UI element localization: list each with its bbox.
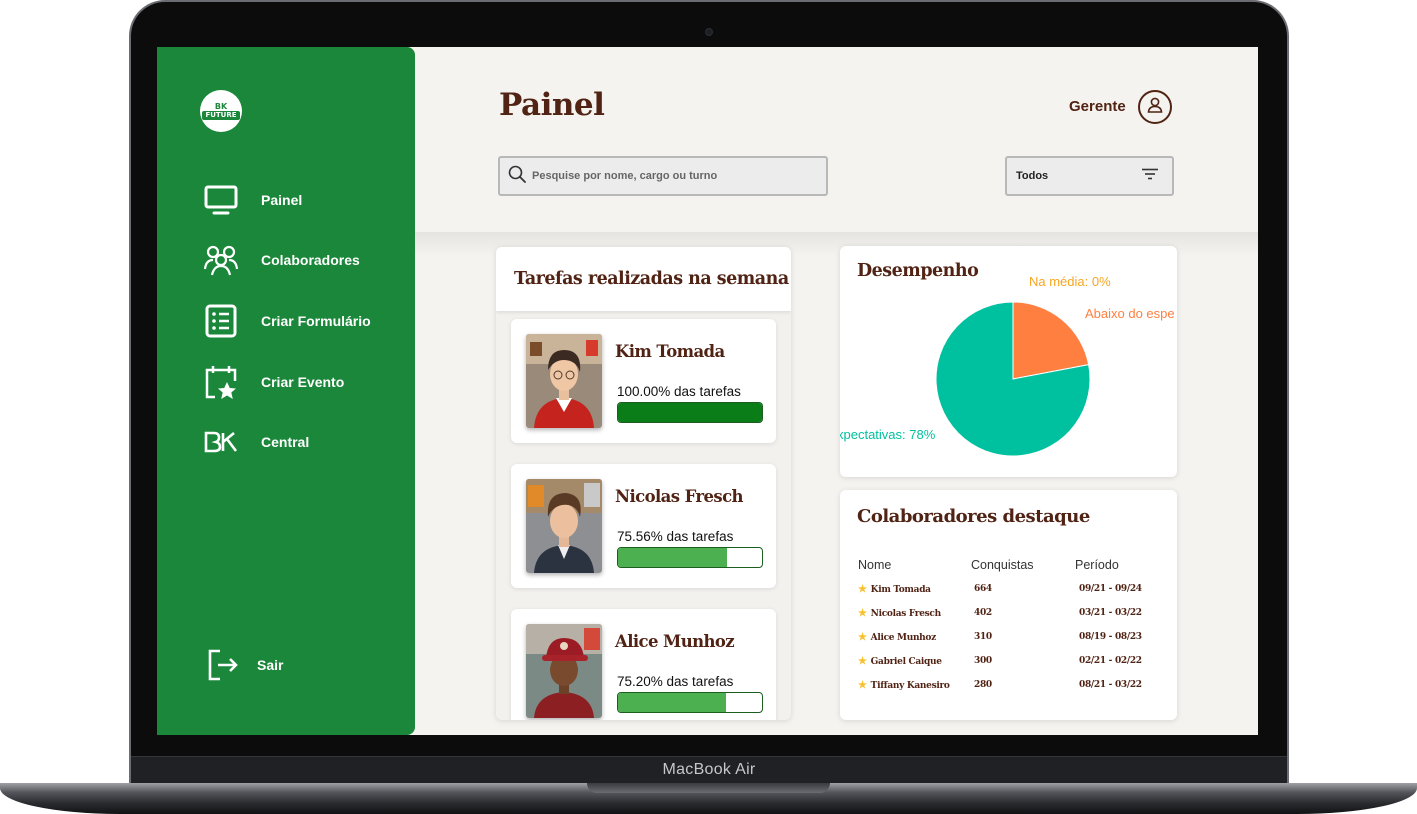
star-icon: ★ [858,583,867,595]
employee-name: Nicolas Fresch [870,608,941,619]
weekly-tasks-panel[interactable]: Tarefas realizadas na semana Kim Tomada … [496,247,791,720]
sidebar-item-criar-formulario[interactable]: Criar Formulário [203,303,371,339]
table-row[interactable]: ★ Kim Tomada 664 09/21 - 09/24 [858,577,1175,601]
employee-photo [526,479,602,573]
user-avatar-button[interactable] [1138,90,1172,124]
sidebar-item-label: Painel [261,192,303,208]
sidebar-item-label: Colaboradores [261,252,360,268]
filter-select[interactable]: Todos [1005,156,1174,196]
top-header: Painel Gerente Todos [415,47,1258,232]
employee-photo [526,624,602,718]
star-icon: ★ [858,631,867,643]
achievements-value: 310 [974,632,992,642]
table-row[interactable]: ★ Alice Munhoz 310 08/19 - 08/23 [858,625,1175,649]
sidebar-item-painel[interactable]: Painel [203,182,302,218]
search-input[interactable] [532,170,812,182]
logout-button[interactable]: Sair [205,647,283,683]
employee-photo [526,334,602,428]
task-progress-fill [618,548,727,567]
sidebar-item-label: Criar Evento [261,374,345,390]
sidebar-item-central[interactable]: Central [203,424,309,460]
logo-text-top: BK [214,102,228,111]
bk-icon [203,424,239,460]
employee-name: Gabriel Caique [870,656,942,667]
pie-label-above: xpectativas: 78% [840,427,936,442]
achievements-value: 402 [974,608,992,618]
task-card[interactable]: Kim Tomada 100.00% das tarefas [511,319,776,443]
logout-icon [205,647,241,683]
employee-name: Nicolas Fresch [615,487,744,506]
app-screen: BK FUTURE Painel Colaboradores Criar For… [157,47,1258,735]
sidebar-item-criar-evento[interactable]: Criar Evento [203,364,344,400]
task-card[interactable]: Nicolas Fresch 75.56% das tarefas [511,464,776,588]
monitor-icon [203,182,239,218]
filter-icon [1142,167,1158,185]
laptop-chin: MacBook Air [131,756,1287,784]
top-employees-title: Colaboradores destaque [857,506,1090,527]
laptop-notch [587,783,830,793]
employee-name: Tiffany Kanesiro [870,680,950,691]
star-icon: ★ [858,655,867,667]
task-progress-fill [618,693,727,712]
table-header-row: Nome Conquistas Período [858,553,1175,577]
period-value: 02/21 - 02/22 [1079,656,1142,666]
top-employees-panel: Colaboradores destaque Nome Conquistas P… [840,490,1177,720]
task-progress-bar [617,547,763,568]
users-icon [203,242,239,278]
calendar-star-icon [203,364,239,400]
employee-name: Kim Tomada [870,584,931,595]
period-value: 03/21 - 03/22 [1079,608,1142,618]
page-title: Painel [499,87,605,123]
task-card[interactable]: Alice Munhoz 75.20% das tarefas [511,609,776,720]
performance-pie-chart: Na média: 0% Abaixo do espe xpectativas:… [840,274,1175,457]
camera-icon [705,28,713,36]
device-label: MacBook Air [662,761,756,778]
achievements-value: 280 [974,680,992,690]
form-icon [203,303,239,339]
laptop-base [0,783,1417,814]
logout-label: Sair [257,657,284,673]
column-header-achievements: Conquistas [971,558,1034,572]
star-icon: ★ [858,607,867,619]
search-icon [508,165,526,188]
task-percentage: 75.56% das tarefas [617,529,734,544]
sidebar: BK FUTURE Painel Colaboradores Criar For… [157,47,415,735]
user-role-label: Gerente [1069,98,1126,115]
sidebar-item-colaboradores[interactable]: Colaboradores [203,242,360,278]
tasks-panel-title: Tarefas realizadas na semana [514,269,789,289]
user-icon [1146,96,1164,119]
bk-future-logo[interactable]: BK FUTURE [200,90,242,132]
filter-selected-value: Todos [1016,170,1049,182]
pie-label-below: Abaixo do espe [1085,306,1175,321]
employee-name: Alice Munhoz [615,632,735,651]
sidebar-item-label: Central [261,434,310,450]
task-percentage: 75.20% das tarefas [617,674,734,689]
star-icon: ★ [858,679,867,691]
task-progress-bar [617,692,763,713]
table-row[interactable]: ★ Tiffany Kanesiro 280 08/21 - 03/22 [858,673,1175,697]
pie-label-average: Na média: 0% [1029,274,1111,289]
tasks-panel-header: Tarefas realizadas na semana [496,247,791,311]
column-header-name: Nome [858,558,892,572]
top-employees-table: Nome Conquistas Período ★ Kim Tomada 664 … [858,553,1175,697]
table-row[interactable]: ★ Gabriel Caique 300 02/21 - 02/22 [858,649,1175,673]
task-progress-bar [617,402,763,423]
period-value: 08/21 - 03/22 [1079,680,1142,690]
employee-name: Alice Munhoz [870,632,937,643]
task-percentage: 100.00% das tarefas [617,384,741,399]
period-value: 09/21 - 09/24 [1079,584,1142,594]
task-progress-fill [618,403,762,422]
logo-text-bottom: FUTURE [202,111,240,120]
table-row[interactable]: ★ Nicolas Fresch 402 03/21 - 03/22 [858,601,1175,625]
achievements-value: 664 [974,584,992,594]
column-header-period: Período [1075,558,1119,572]
achievements-value: 300 [974,656,992,666]
sidebar-item-label: Criar Formulário [261,313,371,329]
performance-panel: Desempenho Na média: 0% Abaixo do espe x… [840,246,1177,477]
employee-name: Kim Tomada [615,342,725,361]
search-box [498,156,828,196]
period-value: 08/19 - 08/23 [1079,632,1142,642]
